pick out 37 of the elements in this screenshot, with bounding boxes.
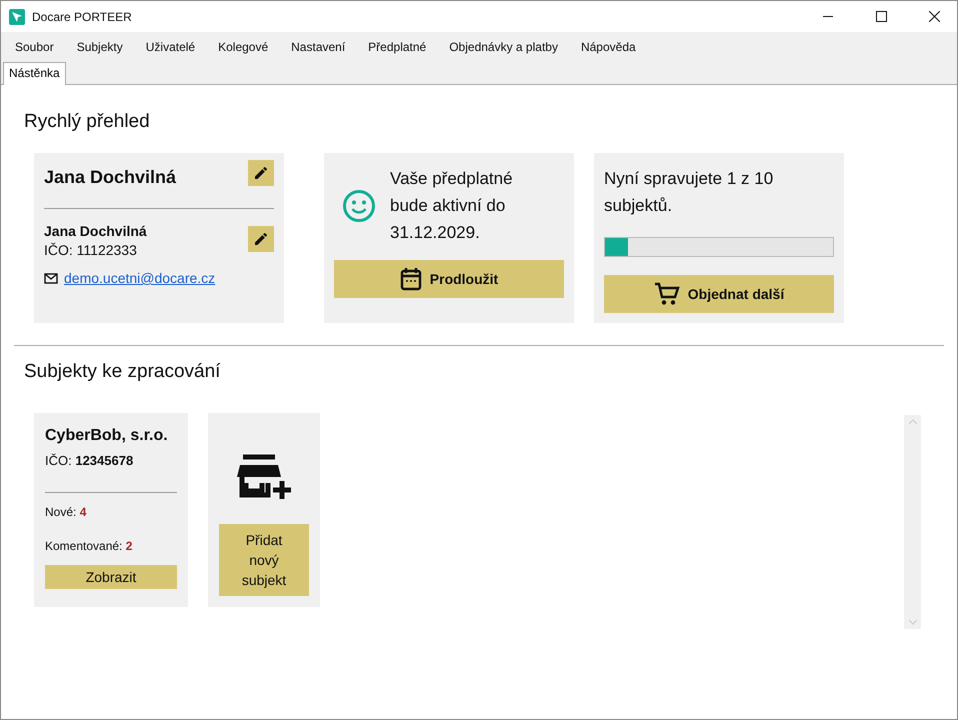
order-more-button[interactable]: Objednat další	[604, 275, 834, 313]
user-name: Jana Dochvilná	[44, 167, 176, 188]
subscription-text: Vaše předplatné bude aktivní do 31.12.2029.	[390, 168, 514, 244]
section-heading: Rychlý přehled	[24, 111, 151, 133]
subject-name: Jana Dochvilná	[44, 223, 148, 239]
tab[interactable]: Nástěnka	[3, 62, 66, 85]
edit-button[interactable]	[248, 226, 274, 252]
maximize-icon	[876, 11, 886, 22]
ico-text: IČO: 11122333	[44, 242, 138, 258]
extend-button[interactable]: Prodloužit	[334, 260, 564, 298]
subject-name: CyberBob, s.r.o.	[45, 427, 169, 445]
menu-item[interactable]: Soubor	[5, 40, 64, 54]
show-button[interactable]: Zobrazit	[45, 565, 177, 589]
menu-item[interactable]: Objednávky a platby	[439, 40, 568, 54]
app-logo-icon	[9, 8, 25, 24]
email-link[interactable]: demo.ucetni@docare.cz	[64, 270, 216, 286]
add-subject-button[interactable]: Přidat nový subjekt	[219, 524, 309, 596]
new-count: Nové: 4	[45, 505, 88, 519]
menu-item[interactable]: Předplatné	[358, 40, 436, 54]
section-heading: Subjekty ke zpracování	[24, 361, 222, 383]
menu-item[interactable]: Uživatelé	[136, 40, 206, 54]
usage-text: Nyní spravujete 1 z 10 subjektů.	[604, 168, 774, 217]
menu-item[interactable]: Nápověda	[570, 40, 646, 54]
ico-text: IČO: 12345678	[45, 453, 134, 468]
edit-button[interactable]	[248, 160, 274, 186]
menu-item[interactable]: Nastavení	[281, 40, 356, 54]
menu-item[interactable]: Subjekty	[66, 40, 133, 54]
pencil-icon	[253, 165, 269, 181]
calendar-icon	[400, 267, 422, 291]
smiley-icon	[342, 188, 376, 222]
window-title: Docare PORTEER	[32, 10, 133, 24]
close-icon	[928, 11, 940, 22]
menu-item[interactable]: Kolegové	[208, 40, 278, 54]
mail-icon	[44, 272, 58, 284]
commented-count: Komentované: 2	[45, 539, 134, 553]
pencil-icon	[253, 231, 269, 247]
cart-icon	[654, 282, 680, 306]
